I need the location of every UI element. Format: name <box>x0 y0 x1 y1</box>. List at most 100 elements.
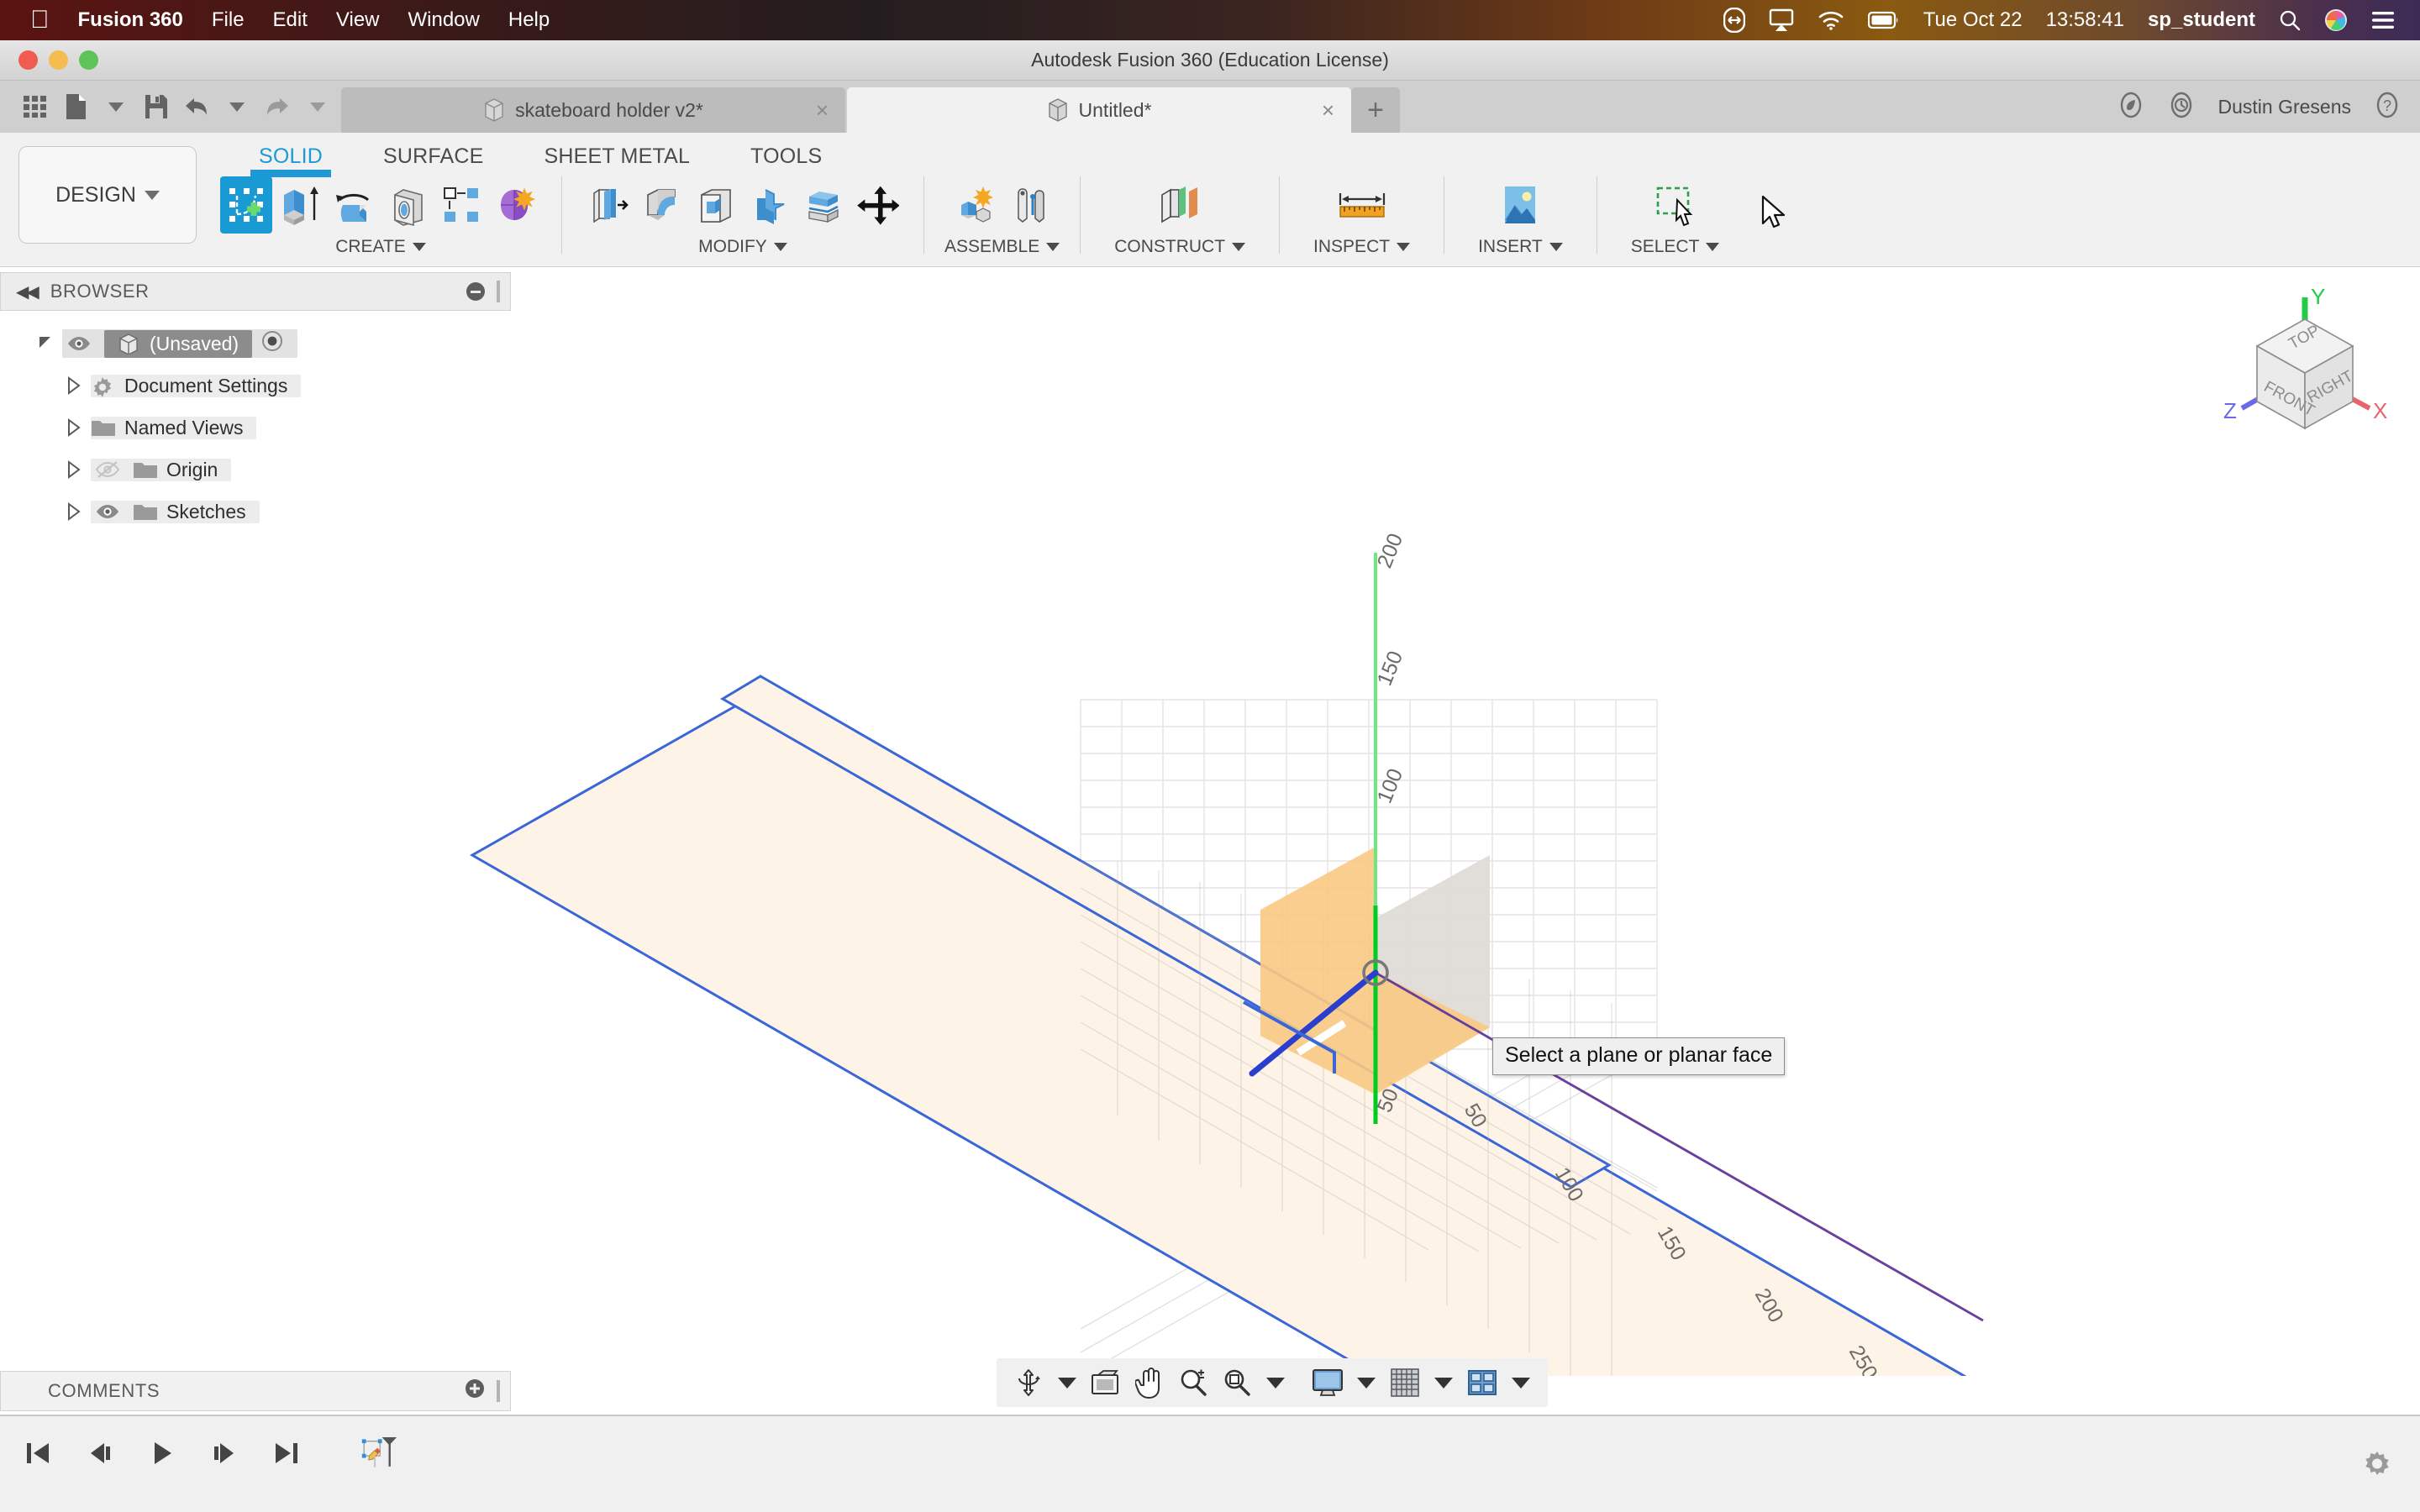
tab-solid[interactable]: SOLID <box>229 139 353 177</box>
insert-mcmaster-button[interactable] <box>1489 176 1551 234</box>
fit-caret[interactable] <box>1259 1361 1292 1404</box>
step-back-button[interactable] <box>81 1431 119 1475</box>
hole-button[interactable] <box>381 176 434 234</box>
workspace-switcher-button[interactable]: DESIGN <box>18 146 197 244</box>
battery-icon[interactable] <box>1867 11 1900 29</box>
tree-row-named-views[interactable]: Named Views <box>0 407 511 449</box>
sketch-timeline-item[interactable] <box>361 1431 400 1475</box>
measure-button[interactable] <box>1328 176 1396 234</box>
combine-button[interactable] <box>744 176 796 234</box>
new-component-button[interactable] <box>950 176 1002 234</box>
new-design-caret[interactable] <box>97 87 134 126</box>
menu-item-help[interactable]: Help <box>508 8 550 32</box>
wifi-icon[interactable] <box>1818 10 1844 30</box>
split-face-button[interactable] <box>797 176 850 234</box>
go-to-beginning-button[interactable] <box>18 1431 57 1475</box>
airplay-icon[interactable] <box>1769 8 1794 32</box>
zoom-button[interactable] <box>1171 1361 1215 1404</box>
display-arrows-icon[interactable] <box>1723 8 1745 33</box>
move-copy-button[interactable] <box>851 176 903 234</box>
create-form-button[interactable] <box>489 176 541 234</box>
shell-button[interactable] <box>690 176 742 234</box>
revolve-button[interactable] <box>328 176 380 234</box>
fillet-button[interactable] <box>636 176 688 234</box>
menubar-username[interactable]: sp_student <box>2148 8 2255 32</box>
display-settings-button[interactable] <box>1306 1361 1349 1404</box>
menu-item-file[interactable]: File <box>212 8 245 32</box>
visibility-eye-icon[interactable] <box>91 503 124 520</box>
create-sketch-button[interactable] <box>220 176 272 234</box>
resize-grip-icon[interactable] <box>497 281 500 302</box>
expand-triangle-icon[interactable] <box>66 376 84 395</box>
account-name[interactable]: Dustin Gresens <box>2217 96 2351 118</box>
help-icon[interactable]: ? <box>2373 91 2402 123</box>
tree-row-origin[interactable]: Origin <box>0 449 511 491</box>
collapse-left-icon[interactable]: ◀◀ <box>16 281 39 302</box>
ribbon-group-modify-label[interactable]: MODIFY <box>698 237 787 257</box>
document-tab-skateboard-holder[interactable]: skateboard holder v2* × <box>341 87 845 133</box>
minus-circle-icon[interactable] <box>466 282 485 301</box>
ribbon-group-inspect-label[interactable]: INSPECT <box>1313 237 1411 257</box>
expand-triangle-icon[interactable] <box>66 418 84 437</box>
grid-snaps-caret[interactable] <box>1427 1361 1460 1404</box>
redo-caret[interactable] <box>299 87 336 126</box>
save-icon[interactable] <box>138 87 175 126</box>
expand-triangle-icon[interactable] <box>66 460 84 479</box>
rectangular-pattern-button[interactable] <box>435 176 487 234</box>
menu-item-fusion-360[interactable]: Fusion 360 <box>78 8 183 32</box>
ribbon-group-construct-label[interactable]: CONSTRUCT <box>1114 237 1246 257</box>
grid-snaps-button[interactable] <box>1383 1361 1427 1404</box>
search-icon[interactable] <box>2279 9 2301 31</box>
viewports-button[interactable] <box>1460 1361 1504 1404</box>
close-tab-icon[interactable]: × <box>816 99 829 121</box>
job-status-icon[interactable] <box>2167 91 2196 123</box>
siri-icon[interactable] <box>2324 8 2348 32</box>
orbit-button[interactable] <box>1007 1361 1050 1404</box>
ribbon-group-select-label[interactable]: SELECT <box>1631 237 1720 257</box>
plus-circle-icon[interactable] <box>465 1378 485 1404</box>
select-button[interactable] <box>1644 176 1707 234</box>
menu-item-view[interactable]: View <box>336 8 380 32</box>
apple-icon[interactable]:  <box>30 8 50 33</box>
display-settings-caret[interactable] <box>1349 1361 1383 1404</box>
tab-tools[interactable]: TOOLS <box>720 139 852 169</box>
timeline-settings-gear-icon[interactable] <box>2356 1441 2398 1483</box>
tree-row-sketches[interactable]: Sketches <box>0 491 511 533</box>
expand-triangle-open-icon[interactable] <box>37 334 55 353</box>
new-design-icon[interactable] <box>57 87 94 126</box>
ribbon-group-assemble-label[interactable]: ASSEMBLE <box>944 237 1060 257</box>
ribbon-group-insert-label[interactable]: INSERT <box>1478 237 1563 257</box>
view-cube[interactable]: Y Z X TOP FRONT RIGHT <box>2217 286 2393 454</box>
menu-item-window[interactable]: Window <box>408 8 480 32</box>
undo-icon[interactable] <box>178 87 215 126</box>
offset-plane-button[interactable] <box>1144 176 1216 234</box>
extrude-button[interactable] <box>274 176 326 234</box>
viewports-caret[interactable] <box>1504 1361 1538 1404</box>
orbit-caret[interactable] <box>1050 1361 1084 1404</box>
comments-panel[interactable]: COMMENTS <box>0 1371 511 1411</box>
look-at-button[interactable] <box>1084 1361 1128 1404</box>
joint-button[interactable] <box>1003 176 1055 234</box>
tree-row-document-settings[interactable]: Document Settings <box>0 365 511 407</box>
tab-sheet-metal[interactable]: SHEET METAL <box>514 139 721 169</box>
undo-caret[interactable] <box>218 87 255 126</box>
new-tab-button[interactable]: + <box>1351 87 1400 133</box>
extensions-icon[interactable] <box>2117 91 2145 123</box>
visibility-eye-off-icon[interactable] <box>91 460 124 479</box>
activate-component-radio[interactable] <box>260 329 284 358</box>
show-data-panel-icon[interactable] <box>17 87 54 126</box>
tab-surface[interactable]: SURFACE <box>353 139 513 169</box>
expand-triangle-icon[interactable] <box>66 502 84 521</box>
document-tab-untitled[interactable]: Untitled* × <box>847 87 1351 133</box>
pan-button[interactable] <box>1128 1361 1171 1404</box>
go-to-end-button[interactable] <box>267 1431 306 1475</box>
tree-row-unsaved[interactable]: (Unsaved) <box>0 323 511 365</box>
step-forward-button[interactable] <box>205 1431 244 1475</box>
resize-grip-icon[interactable] <box>497 1380 500 1402</box>
close-tab-icon[interactable]: × <box>1322 99 1334 121</box>
press-pull-button[interactable] <box>582 176 634 234</box>
menu-item-edit[interactable]: Edit <box>273 8 308 32</box>
ribbon-group-create-label[interactable]: CREATE <box>335 237 426 257</box>
redo-icon[interactable] <box>259 87 296 126</box>
control-center-icon[interactable] <box>2371 10 2395 30</box>
